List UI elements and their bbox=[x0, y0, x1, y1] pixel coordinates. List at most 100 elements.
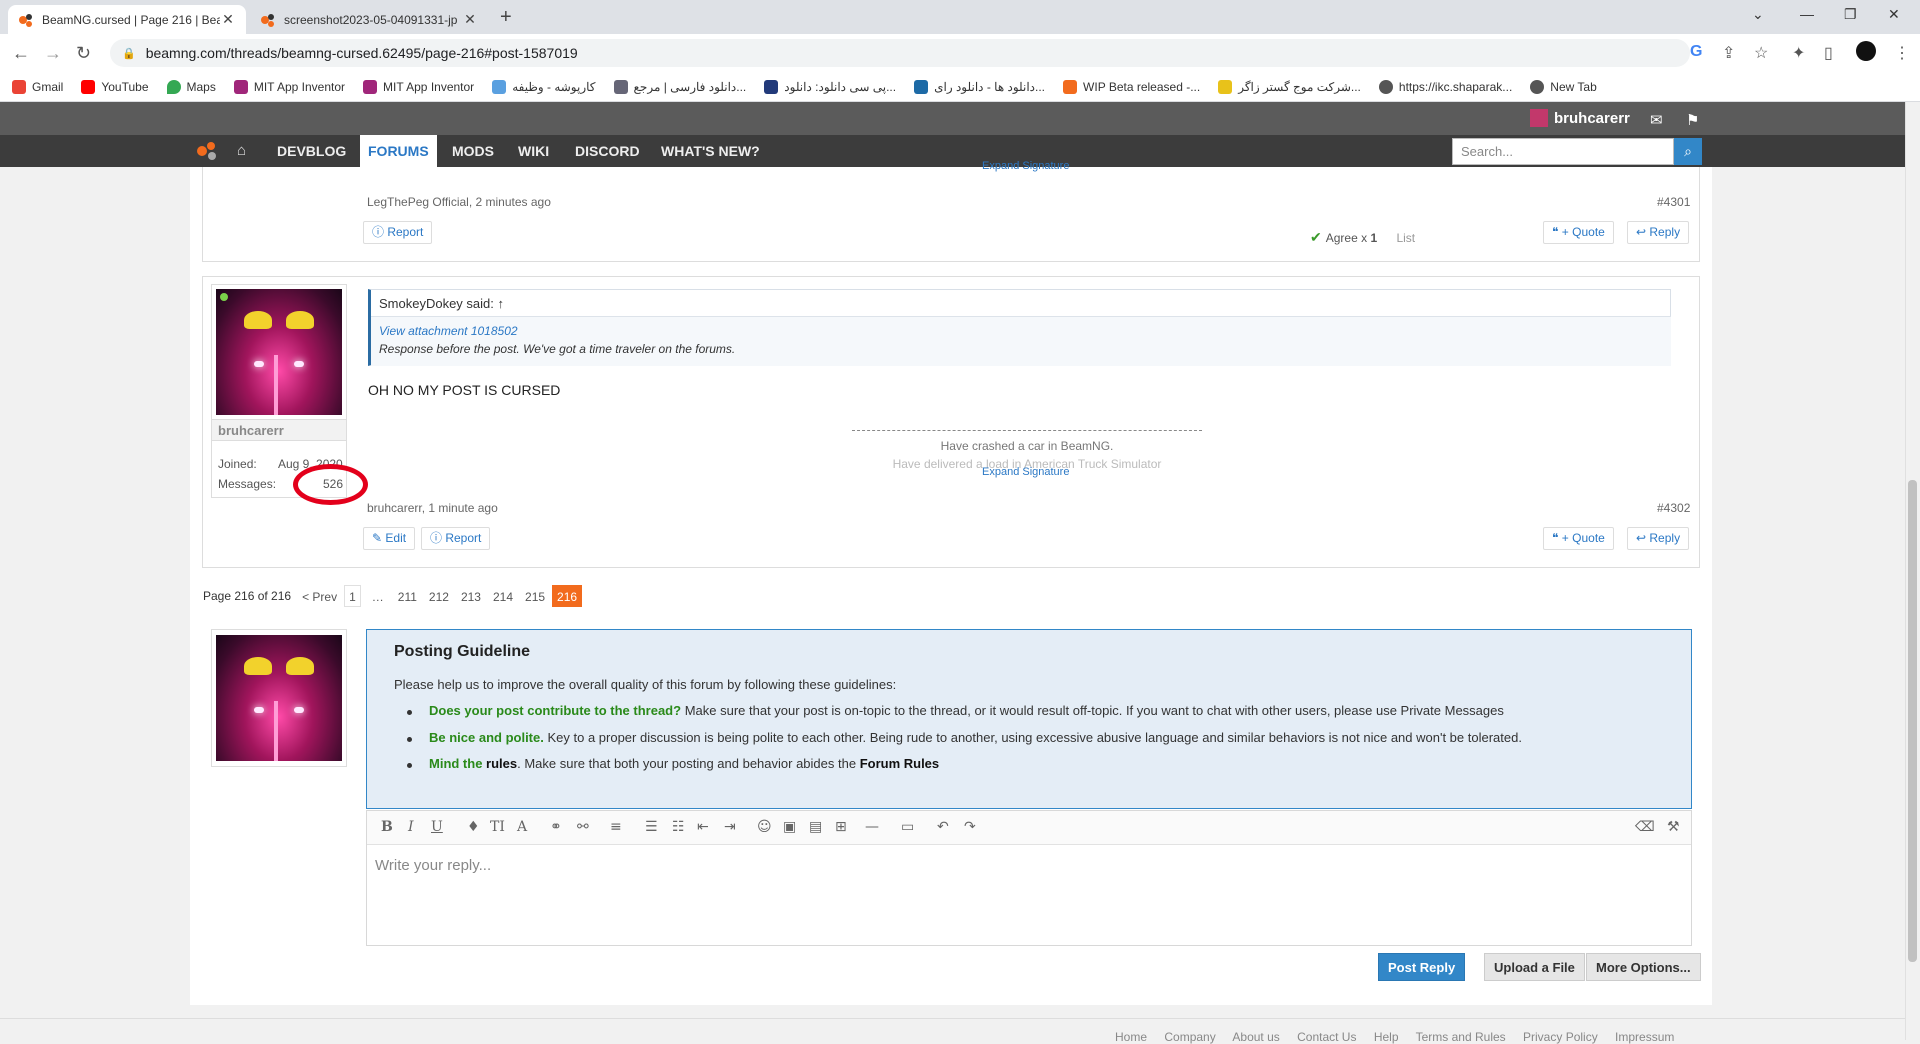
reply-textarea[interactable]: Write your reply... bbox=[375, 857, 491, 874]
tab-search-chevron-icon[interactable]: ⌄ bbox=[1752, 6, 1764, 23]
post-number[interactable]: #4301 bbox=[1657, 195, 1690, 209]
avatar[interactable] bbox=[216, 289, 342, 415]
align-icon[interactable]: ≡ bbox=[610, 819, 622, 835]
font-family-icon[interactable]: A bbox=[517, 819, 527, 835]
page-link[interactable]: 211 bbox=[393, 585, 422, 607]
tab-beamng-cursed[interactable]: BeamNG.cursed | Page 216 | Bea ✕ bbox=[8, 5, 246, 34]
bookmark-gmail[interactable]: Gmail bbox=[12, 79, 63, 94]
close-window-icon[interactable]: ✕ bbox=[1888, 6, 1900, 23]
profile-avatar-icon[interactable] bbox=[1856, 41, 1876, 61]
footer-link-terms[interactable]: Terms and Rules bbox=[1416, 1030, 1506, 1044]
text-color-icon[interactable]: ♦ bbox=[467, 819, 480, 835]
edit-button[interactable]: ✎ Edit bbox=[363, 527, 416, 550]
bookmark-mit-app-inventor[interactable]: MIT App Inventor bbox=[233, 79, 345, 94]
bookmark-ikc-shaparak[interactable]: https://ikc.shaparak... bbox=[1378, 79, 1512, 94]
new-tab-icon[interactable]: + bbox=[500, 6, 512, 29]
expand-signature-link[interactable]: Expand Signature bbox=[982, 466, 1069, 478]
reply-button[interactable]: ↩ Reply bbox=[1627, 221, 1690, 244]
bullet-list-icon[interactable]: ☰ bbox=[645, 819, 658, 835]
footer-link-contact[interactable]: Contact Us bbox=[1297, 1030, 1356, 1044]
post-meta[interactable]: LegThePeg Official, 2 minutes ago bbox=[367, 195, 551, 209]
bookmark-p30download[interactable]: پی سی دانلود: دانلود... bbox=[764, 79, 896, 94]
numbered-list-icon[interactable]: ☷ bbox=[672, 819, 685, 835]
bookmark-download-ha[interactable]: دانلود ها - دانلود رای... bbox=[914, 79, 1045, 94]
upload-file-button[interactable]: Upload a File bbox=[1484, 953, 1585, 981]
reply-button[interactable]: ↩ Reply bbox=[1627, 527, 1690, 550]
font-size-icon[interactable]: TI bbox=[490, 819, 505, 835]
beamng-logo-icon[interactable] bbox=[196, 141, 218, 161]
underline-icon[interactable]: U bbox=[431, 819, 443, 835]
quote-button[interactable]: ❝ + Quote bbox=[1543, 527, 1614, 550]
page-scrollbar-thumb[interactable] bbox=[1908, 480, 1917, 962]
footer-link-impressum[interactable]: Impressum bbox=[1615, 1030, 1674, 1044]
tab-screenshot[interactable]: screenshot2023-05-04091331-jp ✕ bbox=[250, 5, 488, 34]
media-icon[interactable]: ▤ bbox=[809, 819, 822, 835]
bold-icon[interactable]: B bbox=[381, 819, 393, 835]
user-menu[interactable]: bruhcarerr bbox=[1530, 109, 1630, 127]
bookmark-maps[interactable]: Maps bbox=[166, 79, 216, 94]
nav-whats-new[interactable]: WHAT'S NEW? bbox=[653, 135, 768, 167]
back-icon[interactable]: ← bbox=[12, 43, 30, 64]
footer-link-help[interactable]: Help bbox=[1374, 1030, 1399, 1044]
bookmark-moj-gostar[interactable]: شرکت موج گستر زاگر... bbox=[1218, 79, 1361, 94]
link-icon[interactable]: ⚭ bbox=[550, 819, 562, 835]
minimize-icon[interactable]: — bbox=[1800, 6, 1814, 22]
nav-wiki[interactable]: WIKI bbox=[510, 135, 557, 167]
extensions-icon[interactable]: ✦ bbox=[1792, 43, 1805, 63]
bookmark-new-tab[interactable]: New Tab bbox=[1530, 79, 1597, 94]
forum-rules-link[interactable]: Forum Rules bbox=[860, 756, 939, 771]
restore-icon[interactable]: ❐ bbox=[1844, 6, 1857, 23]
nav-forums[interactable]: FORUMS bbox=[360, 135, 437, 167]
bookmark-karposhe[interactable]: کارپوشه - وظیفه bbox=[492, 79, 596, 94]
forward-icon[interactable]: → bbox=[44, 43, 62, 64]
nav-mods[interactable]: MODS bbox=[444, 135, 502, 167]
menu-dots-icon[interactable]: ⋮ bbox=[1894, 43, 1910, 63]
post-reply-button[interactable]: Post Reply bbox=[1378, 953, 1466, 981]
likes-list-link[interactable]: List bbox=[1396, 231, 1415, 245]
page-ellipsis[interactable]: … bbox=[367, 585, 389, 607]
quote-author[interactable]: SmokeyDokey said: ↑ bbox=[379, 296, 504, 311]
prev-page-link[interactable]: < Prev bbox=[297, 585, 342, 607]
home-icon[interactable]: ⌂ bbox=[237, 142, 246, 159]
post-username[interactable]: bruhcarerr bbox=[218, 423, 284, 438]
more-options-button[interactable]: More Options... bbox=[1586, 953, 1701, 981]
footer-link-company[interactable]: Company bbox=[1164, 1030, 1215, 1044]
post-meta[interactable]: bruhcarerr, 1 minute ago bbox=[367, 501, 498, 515]
save-draft-icon[interactable]: ▭ bbox=[901, 819, 914, 835]
report-button[interactable]: ⓘ Report bbox=[363, 221, 433, 244]
side-panel-icon[interactable]: ▯ bbox=[1824, 43, 1833, 63]
smilie-icon[interactable]: ☺ bbox=[757, 819, 772, 835]
image-icon[interactable]: ▣ bbox=[783, 819, 796, 835]
page-link[interactable]: 215 bbox=[520, 585, 550, 607]
address-bar[interactable]: 🔒 beamng.com/threads/beamng-cursed.62495… bbox=[110, 39, 1690, 67]
search-icon[interactable]: ⌕ bbox=[1674, 138, 1702, 165]
page-link[interactable]: 214 bbox=[488, 585, 518, 607]
rules-link[interactable]: rules bbox=[482, 756, 517, 771]
footer-link-privacy[interactable]: Privacy Policy bbox=[1523, 1030, 1598, 1044]
report-button[interactable]: ⓘ Report bbox=[421, 527, 491, 550]
bookmark-download-farsi[interactable]: دانلود فارسی | مرجع... bbox=[613, 79, 746, 94]
unlink-icon[interactable]: ⚯ bbox=[577, 819, 589, 835]
horizontal-rule-icon[interactable]: — bbox=[865, 819, 879, 835]
quote-button[interactable]: ❝ + Quote bbox=[1543, 221, 1614, 244]
search-input[interactable]: Search... bbox=[1452, 138, 1674, 165]
redo-icon[interactable]: ↷ bbox=[964, 819, 976, 835]
expand-signature-link[interactable]: Expand Signature bbox=[982, 160, 1069, 172]
flag-icon[interactable]: ⚑ bbox=[1686, 111, 1699, 129]
undo-icon[interactable]: ↶ bbox=[937, 819, 949, 835]
footer-link-about[interactable]: About us bbox=[1232, 1030, 1279, 1044]
post-number[interactable]: #4302 bbox=[1657, 501, 1690, 515]
close-tab-icon[interactable]: ✕ bbox=[220, 11, 236, 28]
bookmark-mit-app-inventor-2[interactable]: MIT App Inventor bbox=[363, 79, 474, 94]
google-icon[interactable]: G bbox=[1690, 43, 1702, 61]
bookmark-youtube[interactable]: YouTube bbox=[81, 79, 149, 94]
page-link[interactable]: 213 bbox=[456, 585, 486, 607]
view-attachment-link[interactable]: View attachment 1018502 bbox=[379, 324, 518, 338]
page-link[interactable]: 212 bbox=[424, 585, 454, 607]
nav-devblog[interactable]: DEVBLOG bbox=[269, 135, 354, 167]
nav-discord[interactable]: DISCORD bbox=[567, 135, 648, 167]
footer-link-home[interactable]: Home bbox=[1115, 1030, 1147, 1044]
close-tab-icon[interactable]: ✕ bbox=[462, 11, 478, 28]
insert-icon[interactable]: ⊞ bbox=[835, 819, 847, 835]
envelope-icon[interactable]: ✉ bbox=[1650, 111, 1663, 129]
